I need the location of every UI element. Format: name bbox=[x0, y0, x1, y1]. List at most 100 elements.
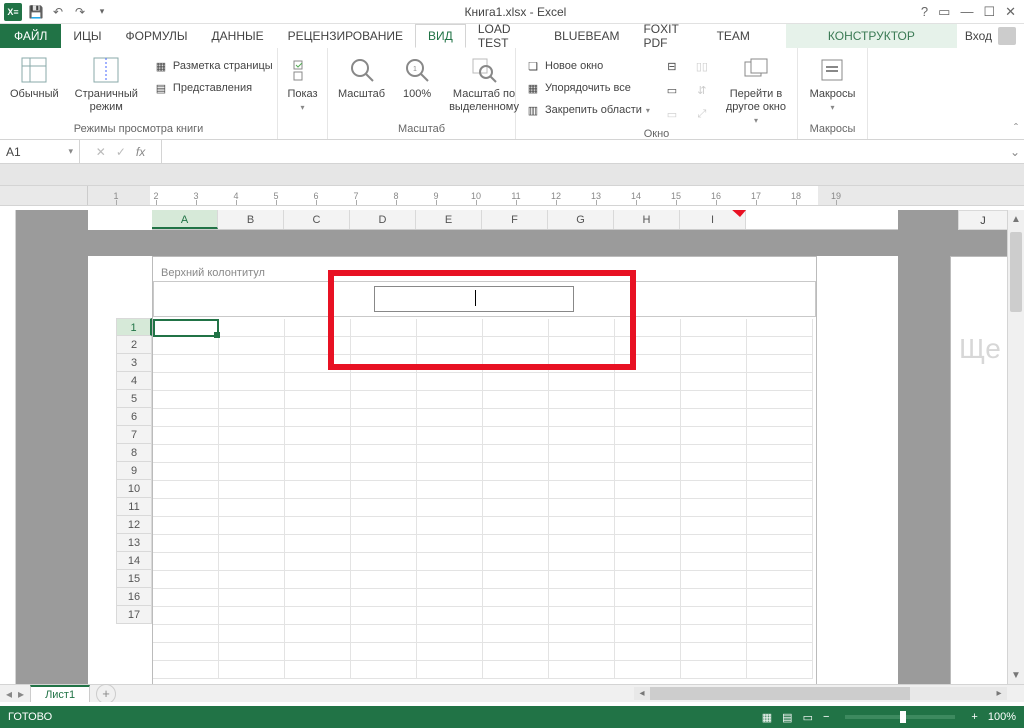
excel-app-icon[interactable]: X≡ bbox=[4, 3, 22, 21]
cell[interactable] bbox=[153, 355, 219, 373]
cell[interactable] bbox=[351, 607, 417, 625]
cell[interactable] bbox=[285, 625, 351, 643]
cell[interactable] bbox=[549, 463, 615, 481]
cell[interactable] bbox=[351, 499, 417, 517]
cell[interactable] bbox=[219, 499, 285, 517]
cell[interactable] bbox=[549, 517, 615, 535]
grid-row[interactable] bbox=[153, 445, 816, 463]
col-header-A[interactable]: A bbox=[152, 210, 218, 229]
tab-0[interactable]: ИЦЫ bbox=[61, 24, 113, 48]
cell[interactable] bbox=[549, 553, 615, 571]
arrange-all-button[interactable]: ▦Упорядочить все bbox=[522, 78, 653, 98]
grid-row[interactable] bbox=[153, 373, 816, 391]
enter-icon[interactable]: ✓ bbox=[116, 145, 126, 159]
cell[interactable] bbox=[219, 535, 285, 553]
cell[interactable] bbox=[483, 589, 549, 607]
cell[interactable] bbox=[417, 589, 483, 607]
cell[interactable] bbox=[351, 625, 417, 643]
cell[interactable] bbox=[681, 391, 747, 409]
cell[interactable] bbox=[549, 409, 615, 427]
cell[interactable] bbox=[483, 499, 549, 517]
cell[interactable] bbox=[153, 319, 219, 337]
grid-row[interactable] bbox=[153, 571, 816, 589]
expand-formula-bar-icon[interactable]: ⌄ bbox=[1006, 140, 1024, 163]
row-header-12[interactable]: 12 bbox=[116, 516, 152, 534]
cell[interactable] bbox=[681, 535, 747, 553]
sync-scroll-button[interactable]: ⇵ bbox=[691, 80, 713, 100]
page-layout-shortcut-icon[interactable]: ▤ bbox=[782, 711, 792, 724]
cell[interactable] bbox=[351, 571, 417, 589]
cell[interactable] bbox=[285, 499, 351, 517]
cell[interactable] bbox=[747, 337, 813, 355]
cell[interactable] bbox=[483, 355, 549, 373]
cell[interactable] bbox=[615, 373, 681, 391]
cell[interactable] bbox=[285, 553, 351, 571]
minimize-icon[interactable]: — bbox=[960, 4, 973, 20]
cell[interactable] bbox=[615, 463, 681, 481]
cell[interactable] bbox=[351, 589, 417, 607]
tab-file[interactable]: ФАЙЛ bbox=[0, 24, 61, 48]
cell[interactable] bbox=[219, 391, 285, 409]
tab-view[interactable]: ВИД bbox=[415, 24, 466, 48]
page-break-shortcut-icon[interactable]: ▭ bbox=[803, 711, 813, 724]
grid-row[interactable] bbox=[153, 481, 816, 499]
cell[interactable] bbox=[681, 337, 747, 355]
cell[interactable] bbox=[285, 535, 351, 553]
cell[interactable] bbox=[351, 661, 417, 679]
cell[interactable] bbox=[351, 409, 417, 427]
row-header-16[interactable]: 16 bbox=[116, 588, 152, 606]
unhide-button[interactable]: ▭ bbox=[661, 104, 683, 124]
row-header-9[interactable]: 9 bbox=[116, 462, 152, 480]
cell[interactable] bbox=[153, 643, 219, 661]
cell[interactable] bbox=[219, 373, 285, 391]
col-header-I[interactable]: I bbox=[680, 210, 746, 229]
cell[interactable] bbox=[747, 607, 813, 625]
cell[interactable] bbox=[153, 517, 219, 535]
cell[interactable] bbox=[615, 427, 681, 445]
ruler-scale[interactable]: 12345678910111213141516171819 bbox=[88, 186, 1024, 205]
cell[interactable] bbox=[285, 643, 351, 661]
prev-sheet-icon[interactable]: ◂ bbox=[6, 687, 12, 701]
cell[interactable] bbox=[351, 553, 417, 571]
cell[interactable] bbox=[351, 481, 417, 499]
cell[interactable] bbox=[153, 607, 219, 625]
cell[interactable] bbox=[351, 445, 417, 463]
next-sheet-icon[interactable]: ▸ bbox=[18, 687, 24, 701]
cell[interactable] bbox=[681, 355, 747, 373]
cell[interactable] bbox=[153, 445, 219, 463]
cell[interactable] bbox=[615, 319, 681, 337]
cell[interactable] bbox=[351, 427, 417, 445]
cell[interactable] bbox=[549, 661, 615, 679]
cell[interactable] bbox=[285, 391, 351, 409]
cell[interactable] bbox=[153, 661, 219, 679]
header-center-textbox[interactable] bbox=[374, 286, 574, 312]
save-icon[interactable]: 💾 bbox=[28, 4, 44, 20]
col-header-F[interactable]: F bbox=[482, 210, 548, 229]
tab-formulas[interactable]: ФОРМУЛЫ bbox=[114, 24, 200, 48]
redo-icon[interactable]: ↷ bbox=[72, 4, 88, 20]
cell[interactable] bbox=[549, 535, 615, 553]
cell[interactable] bbox=[483, 607, 549, 625]
cell[interactable] bbox=[549, 337, 615, 355]
cell[interactable] bbox=[747, 355, 813, 373]
horizontal-scroll-thumb[interactable] bbox=[650, 687, 910, 700]
cell[interactable] bbox=[483, 571, 549, 589]
cell[interactable] bbox=[285, 427, 351, 445]
cell[interactable] bbox=[549, 355, 615, 373]
vertical-scrollbar[interactable]: ▲ ▼ bbox=[1007, 210, 1024, 684]
cell[interactable] bbox=[549, 481, 615, 499]
cell[interactable] bbox=[615, 571, 681, 589]
new-sheet-button[interactable]: + bbox=[96, 684, 116, 703]
row-header-7[interactable]: 7 bbox=[116, 426, 152, 444]
sheet-tab-nav[interactable]: ◂ ▸ bbox=[0, 687, 30, 701]
cell[interactable] bbox=[615, 517, 681, 535]
cell[interactable] bbox=[747, 571, 813, 589]
scroll-left-icon[interactable]: ◂ bbox=[634, 687, 650, 700]
page-layout-button[interactable]: ▦Разметка страницы bbox=[150, 56, 276, 76]
sheet-tab-1[interactable]: Лист1 bbox=[30, 685, 90, 703]
cell-grid[interactable] bbox=[153, 319, 816, 679]
cell[interactable] bbox=[351, 517, 417, 535]
grid-row[interactable] bbox=[153, 661, 816, 679]
row-header-10[interactable]: 10 bbox=[116, 480, 152, 498]
cell[interactable] bbox=[153, 409, 219, 427]
